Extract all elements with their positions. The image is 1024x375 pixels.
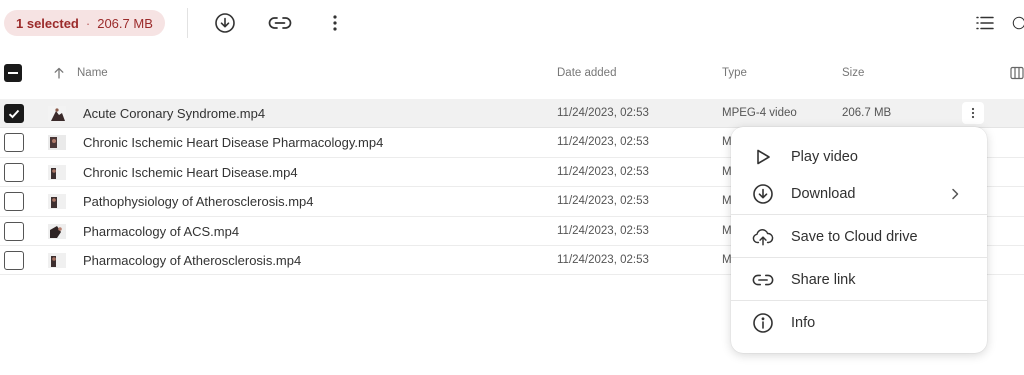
menu-item-label: Share link <box>791 272 856 288</box>
file-name[interactable]: Pharmacology of Atherosclerosis.mp4 <box>83 253 301 268</box>
checkmark-icon <box>8 109 20 118</box>
menu-divider <box>731 214 987 215</box>
download-button[interactable] <box>211 9 239 37</box>
video-thumbnail <box>48 164 66 180</box>
share-link-button[interactable] <box>266 9 294 37</box>
menu-divider <box>731 257 987 258</box>
row-checkbox[interactable] <box>4 133 24 153</box>
select-all-checkbox[interactable] <box>4 64 22 82</box>
menu-item-play-video[interactable]: Play video <box>731 140 987 174</box>
file-date-added: 11/24/2023, 02:53 <box>557 165 649 178</box>
download-icon <box>752 183 774 205</box>
column-header-name[interactable]: Name <box>77 67 108 79</box>
menu-item-info[interactable]: Info <box>731 306 987 340</box>
video-thumbnail <box>48 106 66 121</box>
file-date-added: 11/24/2023, 02:53 <box>557 136 649 149</box>
more-actions-button[interactable] <box>321 9 349 37</box>
menu-item-save-to-cloud[interactable]: Save to Cloud drive <box>731 220 987 254</box>
selection-separator: · <box>85 15 91 31</box>
row-checkbox[interactable] <box>4 162 24 182</box>
menu-item-label: Play video <box>791 149 858 165</box>
download-icon <box>215 13 235 33</box>
video-thumbnail <box>48 223 66 239</box>
column-header-size[interactable]: Size <box>842 67 864 79</box>
selection-summary-pill[interactable]: 1 selected · 206.7 MB <box>4 10 165 36</box>
menu-item-share-link[interactable]: Share link <box>731 263 987 297</box>
link-icon <box>752 269 774 291</box>
info-icon <box>752 312 774 334</box>
file-name[interactable]: Chronic Ischemic Heart Disease Pharmacol… <box>83 135 383 150</box>
file-date-added: 11/24/2023, 02:53 <box>557 107 649 119</box>
list-view-icon <box>976 16 994 30</box>
columns-settings-icon[interactable] <box>1010 66 1024 80</box>
file-name[interactable]: Acute Coronary Syndrome.mp4 <box>83 106 265 121</box>
video-thumbnail <box>48 135 66 151</box>
menu-item-download[interactable]: Download <box>731 177 987 211</box>
more-vertical-icon <box>333 15 337 31</box>
menu-divider <box>731 300 987 301</box>
menu-item-label: Save to Cloud drive <box>791 229 918 245</box>
row-checkbox[interactable] <box>4 221 24 241</box>
more-vertical-icon <box>971 107 975 119</box>
column-header-type[interactable]: Type <box>722 67 747 79</box>
file-name[interactable]: Chronic Ischemic Heart Disease.mp4 <box>83 165 298 180</box>
file-size: 206.7 MB <box>842 107 892 119</box>
cloud-upload-icon <box>752 226 774 248</box>
file-name[interactable]: Pharmacology of ACS.mp4 <box>83 224 239 239</box>
file-type: MPEG-4 video <box>722 107 797 119</box>
row-checkbox[interactable] <box>4 192 24 212</box>
play-icon <box>752 146 774 168</box>
table-row[interactable]: Acute Coronary Syndrome.mp4 11/24/2023, … <box>0 99 1024 129</box>
toolbar: 1 selected · 206.7 MB <box>0 0 1024 46</box>
row-more-button[interactable] <box>962 102 984 124</box>
menu-item-label: Info <box>791 315 816 331</box>
selection-count: 1 selected <box>16 15 79 31</box>
row-checkbox[interactable] <box>4 104 24 123</box>
table-header: Name Date added Type Size <box>0 58 1024 90</box>
file-name[interactable]: Pathophysiology of Atherosclerosis.mp4 <box>83 194 314 209</box>
row-checkbox[interactable] <box>4 250 24 270</box>
selection-size: 206.7 MB <box>97 15 153 31</box>
context-menu: Play video Download Save to Cloud drive … <box>731 127 987 353</box>
menu-item-label: Download <box>791 186 856 202</box>
chevron-right-icon <box>952 188 959 200</box>
info-panel-button[interactable] <box>1012 9 1024 37</box>
toolbar-divider <box>187 8 188 38</box>
file-date-added: 11/24/2023, 02:53 <box>557 253 649 266</box>
link-icon <box>268 17 292 29</box>
info-icon <box>1012 16 1024 30</box>
video-thumbnail <box>48 194 66 210</box>
list-view-button[interactable] <box>971 9 999 37</box>
video-thumbnail <box>48 252 66 268</box>
file-date-added: 11/24/2023, 02:53 <box>557 224 649 237</box>
column-header-date-added[interactable]: Date added <box>557 67 616 79</box>
file-date-added: 11/24/2023, 02:53 <box>557 195 649 208</box>
sort-ascending-icon[interactable] <box>52 66 66 80</box>
